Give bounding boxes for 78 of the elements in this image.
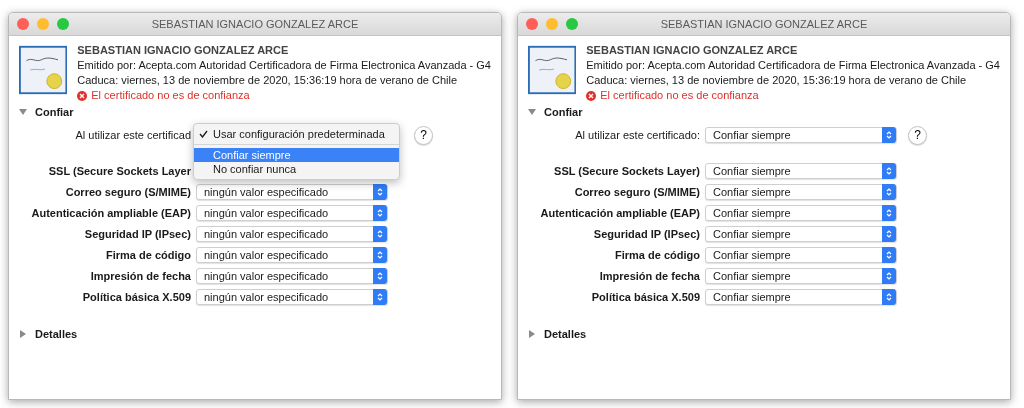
certificate-name: SEBASTIAN IGNACIO GONZALEZ ARCE [586, 44, 799, 57]
certificate-icon [19, 44, 68, 96]
stepper-icon [373, 268, 387, 284]
trust-popup[interactable]: Confiar siempre [705, 247, 897, 263]
warning-text: El certificado no es de confianza [91, 89, 250, 102]
expiry-text: Caduca: viernes, 13 de noviembre de 2020, 15:36:19 hora de verano de Chile [77, 74, 459, 87]
field-label: Seguridad IP (IPsec) [83, 228, 191, 240]
stepper-icon [882, 268, 896, 284]
minimize-button[interactable] [546, 18, 558, 30]
field-label: Autenticación ampliable (EAP) [539, 207, 700, 219]
close-button[interactable] [526, 18, 538, 30]
stepper-icon [373, 184, 387, 200]
section-label: Confiar [544, 106, 583, 118]
trust-popup[interactable]: ningún valor especificado [196, 226, 388, 242]
field-label: Seguridad IP (IPsec) [592, 228, 700, 240]
field-label: Autenticación ampliable (EAP) [30, 207, 191, 219]
section-label: Detalles [544, 328, 587, 340]
field-label: SSL (Secure Sockets Layer [47, 165, 191, 177]
disclosure-expanded-icon[interactable] [19, 108, 27, 116]
certificate-name: SEBASTIAN IGNACIO GONZALEZ ARCE [77, 44, 290, 57]
issuer-text: Emitido por: Acepta.com Autoridad Certificadora de Firma Electronica Avanzada - G4 [77, 59, 491, 72]
field-label: Firma de código [105, 249, 191, 261]
stepper-icon [882, 226, 896, 242]
section-label: Detalles [35, 328, 78, 340]
stepper-icon [882, 205, 896, 221]
error-icon [77, 90, 88, 101]
field-label: Política básica X.509 [590, 291, 700, 303]
trust-popup[interactable]: ningún valor especificado [196, 268, 388, 284]
stepper-icon [882, 247, 896, 263]
field-label: Al utilizar este certificado: [574, 129, 700, 141]
trust-popup[interactable]: ningún valor especificado [196, 205, 388, 221]
field-label: Impresión de fecha [89, 270, 191, 282]
error-icon [586, 90, 597, 101]
window-title: SEBASTIAN IGNACIO GONZALEZ ARCE [659, 18, 869, 30]
trust-popup[interactable]: ningún valor especificado [196, 247, 388, 263]
help-button[interactable]: ? [908, 125, 927, 145]
stepper-icon [882, 184, 896, 200]
trust-popup[interactable]: ningún valor especificado [196, 184, 388, 200]
warning-text: El certificado no es de confianza [600, 89, 759, 102]
close-button[interactable] [17, 18, 29, 30]
disclosure-expanded-icon[interactable] [528, 108, 536, 116]
trust-popup[interactable]: Confiar siempre [705, 184, 897, 200]
field-label: SSL (Secure Sockets Layer) [553, 165, 700, 177]
disclosure-collapsed-icon[interactable] [528, 330, 536, 338]
stepper-icon [373, 289, 387, 305]
field-label: Impresión de fecha [598, 270, 700, 282]
issuer-text: Emitido por: Acepta.com Autoridad Certificadora de Firma Electronica Avanzada - G4 [586, 59, 1000, 72]
zoom-button[interactable] [57, 18, 69, 30]
stepper-icon [373, 226, 387, 242]
menu-item[interactable]: Confiar siempre [194, 148, 399, 162]
menu-item[interactable]: No confiar nunca [194, 162, 399, 176]
trust-popup[interactable]: ningún valor especificado [196, 289, 388, 305]
menu-item[interactable]: Usar configuración predeterminada [194, 127, 399, 141]
usage-popup[interactable]: Confiar siempre [705, 127, 897, 143]
stepper-icon [882, 289, 896, 305]
zoom-button[interactable] [566, 18, 578, 30]
field-label: Correo seguro (S/MIME) [573, 186, 700, 198]
window-title: SEBASTIAN IGNACIO GONZALEZ ARCE [150, 18, 360, 30]
stepper-icon [882, 163, 896, 179]
section-label: Confiar [35, 106, 74, 118]
checkmark-icon [199, 130, 208, 138]
field-label: Correo seguro (S/MIME) [64, 186, 191, 198]
trust-popup[interactable]: Confiar siempre [705, 289, 897, 305]
stepper-icon [373, 205, 387, 221]
minimize-button[interactable] [37, 18, 49, 30]
field-label: Firma de código [614, 249, 700, 261]
stepper-icon [373, 247, 387, 263]
trust-popup[interactable]: Confiar siempre [705, 226, 897, 242]
trust-popup[interactable]: Confiar siempre [705, 163, 897, 179]
disclosure-collapsed-icon[interactable] [19, 330, 27, 338]
expiry-text: Caduca: viernes, 13 de noviembre de 2020, 15:36:19 hora de verano de Chile [586, 74, 968, 87]
field-label: Al utilizar este certificad [74, 129, 191, 141]
stepper-icon [882, 127, 896, 143]
help-button[interactable]: ? [414, 125, 433, 145]
certificate-icon [528, 44, 577, 96]
trust-popup[interactable]: Confiar siempre [705, 205, 897, 221]
trust-popup[interactable]: Confiar siempre [705, 268, 897, 284]
field-label: Política básica X.509 [81, 291, 191, 303]
